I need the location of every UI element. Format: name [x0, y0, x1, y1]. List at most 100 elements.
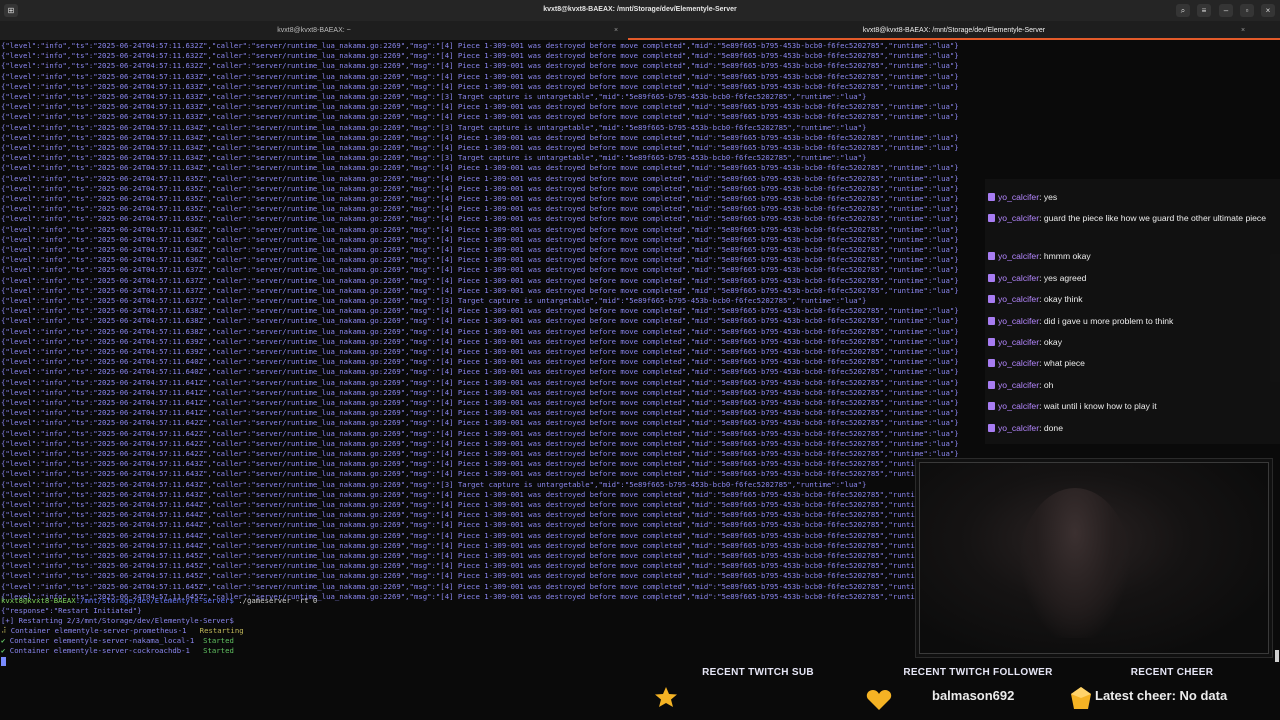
prompt-user: kvxt8@kvxt8-BAEAX: [1, 596, 76, 605]
chat-text: : wait until i know how to play it: [1039, 401, 1157, 412]
close-icon[interactable]: ×: [1261, 4, 1275, 17]
log-line: {"level":"info","ts":"2025-06-24T04:57:1…: [1, 245, 959, 254]
chat-username[interactable]: yo_calcifer: [998, 337, 1039, 347]
chat-username[interactable]: yo_calcifer: [998, 380, 1039, 390]
log-line: {"level":"info","ts":"2025-06-24T04:57:1…: [1, 112, 959, 122]
star-icon: [654, 686, 678, 712]
log-line: {"level":"info","ts":"2025-06-24T04:57:1…: [1, 143, 959, 152]
chat-username[interactable]: yo_calcifer: [998, 423, 1039, 433]
tab-server-terminal[interactable]: kvxt8@kvxt8-BAEAX: /mnt/Storage/dev/Elem…: [628, 21, 1280, 40]
container-line: ⠼ Container elementyle-server-prometheus…: [1, 626, 244, 635]
gem-icon: [1069, 686, 1093, 716]
chat-text: : yes agreed: [1039, 272, 1087, 283]
tab-bar: kvxt8@kvxt8-BAEAX: ~ × kvxt8@kvxt8-BAEAX…: [0, 21, 1280, 40]
log-line: {"level":"info","ts":"2025-06-24T04:57:1…: [1, 347, 959, 356]
log-line: {"level":"info","ts":"2025-06-24T04:57:1…: [1, 561, 959, 571]
chat-message: yo_calcifer: yes: [988, 189, 1277, 205]
twitch-badge-icon: [988, 380, 995, 389]
tab-home-terminal[interactable]: kvxt8@kvxt8-BAEAX: ~: [0, 21, 628, 40]
recent-cheer-label: RECENT CHEER: [1130, 667, 1214, 678]
chat-text: : okay: [1039, 337, 1063, 347]
tab-close-icon[interactable]: ×: [1241, 21, 1245, 40]
log-line: {"level":"info","ts":"2025-06-24T04:57:1…: [1, 551, 959, 560]
chat-text: : okay think: [1039, 294, 1083, 305]
log-line: {"level":"info","ts":"2025-06-24T04:57:1…: [1, 540, 959, 550]
webcam-frame: [915, 458, 1273, 658]
shell-response: {"response":"Restart Initiated"}: [1, 606, 142, 615]
twitch-badge-icon: [988, 316, 995, 325]
log-line: {"level":"info","ts":"2025-06-24T04:57:1…: [1, 520, 959, 530]
chat-text: : what piece: [1039, 358, 1085, 369]
menu-icon[interactable]: ≡: [1197, 4, 1211, 17]
chat-username[interactable]: yo_calcifer: [998, 294, 1039, 304]
chat-message: yo_calcifer: wait until i know how to pl…: [988, 398, 1277, 414]
log-line: {"level":"info","ts":"2025-06-24T04:57:1…: [1, 224, 959, 234]
chat-username[interactable]: yo_calcifer: [998, 251, 1039, 261]
twitch-badge-icon: [988, 193, 995, 201]
chat-message: yo_calcifer: oh: [988, 377, 1277, 393]
twitch-badge-icon: [988, 359, 995, 368]
log-line: {"level":"info","ts":"2025-06-24T04:57:1…: [1, 71, 959, 81]
chat-text: : oh: [1039, 379, 1054, 390]
shell-command: ./gameserver -rt 0: [233, 596, 318, 605]
shell-prompt-line: kvxt8@kvxt8-BAEAX:/mnt/Storage/dev/Eleme…: [1, 596, 317, 606]
log-line: {"level":"info","ts":"2025-06-24T04:57:1…: [1, 438, 959, 448]
chat-message: yo_calcifer: did i gave u more problem t…: [988, 313, 1277, 329]
chat-username[interactable]: yo_calcifer: [998, 213, 1039, 223]
log-line: {"level":"info","ts":"2025-06-24T04:57:1…: [1, 469, 959, 479]
log-line: {"level":"info","ts":"2025-06-24T04:57:1…: [1, 316, 959, 326]
log-line: {"level":"info","ts":"2025-06-24T04:57:1…: [1, 489, 959, 499]
log-line: {"level":"info","ts":"2025-06-24T04:57:1…: [1, 418, 959, 428]
streamer-silhouette: [1020, 488, 1130, 638]
minimize-icon[interactable]: –: [1219, 4, 1233, 17]
log-line: {"level":"info","ts":"2025-06-24T04:57:1…: [1, 265, 959, 275]
chat-username[interactable]: yo_calcifer: [998, 358, 1039, 368]
chat-text: : yes: [1039, 192, 1058, 202]
chat-username[interactable]: yo_calcifer: [998, 192, 1039, 202]
chat-text: : did i gave u more problem to think: [1039, 315, 1174, 326]
log-line: {"level":"info","ts":"2025-06-24T04:57:1…: [1, 459, 959, 469]
log-line: {"level":"info","ts":"2025-06-24T04:57:1…: [1, 428, 959, 438]
window-title: kvxt8@kvxt8-BAEAX: /mnt/Storage/dev/Elem…: [543, 6, 737, 13]
chat-username[interactable]: yo_calcifer: [998, 273, 1039, 283]
log-line: {"level":"info","ts":"2025-06-24T04:57:1…: [1, 132, 959, 142]
log-line: {"level":"info","ts":"2025-06-24T04:57:1…: [1, 183, 959, 193]
recent-follower-value: balmason692: [932, 688, 1015, 703]
log-line: {"level":"info","ts":"2025-06-24T04:57:1…: [1, 153, 867, 163]
log-line: {"level":"info","ts":"2025-06-24T04:57:1…: [1, 61, 959, 71]
log-line: {"level":"info","ts":"2025-06-24T04:57:1…: [1, 234, 959, 244]
log-line: {"level":"info","ts":"2025-06-24T04:57:1…: [1, 367, 959, 377]
log-line: {"level":"info","ts":"2025-06-24T04:57:1…: [1, 255, 959, 265]
log-line: {"level":"info","ts":"2025-06-24T04:57:1…: [1, 398, 959, 407]
compose-status: [+] Restarting 2/3/mnt/Storage/dev/Eleme…: [1, 616, 234, 625]
chat-message: yo_calcifer: hmmm okay: [988, 248, 1277, 264]
chat-text: : hmmm okay: [1039, 251, 1091, 262]
log-line: {"level":"info","ts":"2025-06-24T04:57:1…: [1, 479, 867, 489]
log-line: {"level":"info","ts":"2025-06-24T04:57:1…: [1, 357, 959, 367]
chat-username[interactable]: yo_calcifer: [998, 316, 1039, 326]
twitch-badge-icon: [988, 273, 995, 282]
prompt-path: :/mnt/Storage/dev/Elementyle-Server$: [75, 596, 234, 605]
chat-message: yo_calcifer: done: [988, 420, 1277, 436]
chat-username[interactable]: yo_calcifer: [998, 401, 1039, 411]
log-line: {"level":"info","ts":"2025-06-24T04:57:1…: [1, 275, 959, 285]
log-line: {"level":"info","ts":"2025-06-24T04:57:1…: [1, 336, 959, 346]
heart-icon: [866, 689, 892, 715]
terminal-scrollbar[interactable]: [1275, 650, 1279, 662]
chat-message: yo_calcifer: okay think: [988, 291, 1277, 307]
log-line: {"level":"info","ts":"2025-06-24T04:57:1…: [1, 214, 959, 224]
twitch-badge-icon: [988, 252, 995, 261]
tab-close-icon[interactable]: ×: [614, 21, 618, 40]
log-line: {"level":"info","ts":"2025-06-24T04:57:1…: [1, 204, 959, 214]
log-line: {"level":"info","ts":"2025-06-24T04:57:1…: [1, 326, 959, 336]
log-line: {"level":"info","ts":"2025-06-24T04:57:1…: [1, 377, 959, 387]
log-line: {"level":"info","ts":"2025-06-24T04:57:1…: [1, 510, 959, 520]
log-line: {"level":"info","ts":"2025-06-24T04:57:1…: [1, 581, 959, 591]
twitch-badge-icon: [988, 402, 995, 411]
search-icon[interactable]: ⌕: [1176, 4, 1190, 17]
maximize-icon[interactable]: ▫: [1240, 4, 1254, 17]
log-line: {"level":"info","ts":"2025-06-24T04:57:1…: [1, 530, 959, 540]
log-line: {"level":"info","ts":"2025-06-24T04:57:1…: [1, 92, 867, 101]
log-line: {"level":"info","ts":"2025-06-24T04:57:1…: [1, 285, 959, 295]
terminal-cursor: [1, 656, 6, 666]
